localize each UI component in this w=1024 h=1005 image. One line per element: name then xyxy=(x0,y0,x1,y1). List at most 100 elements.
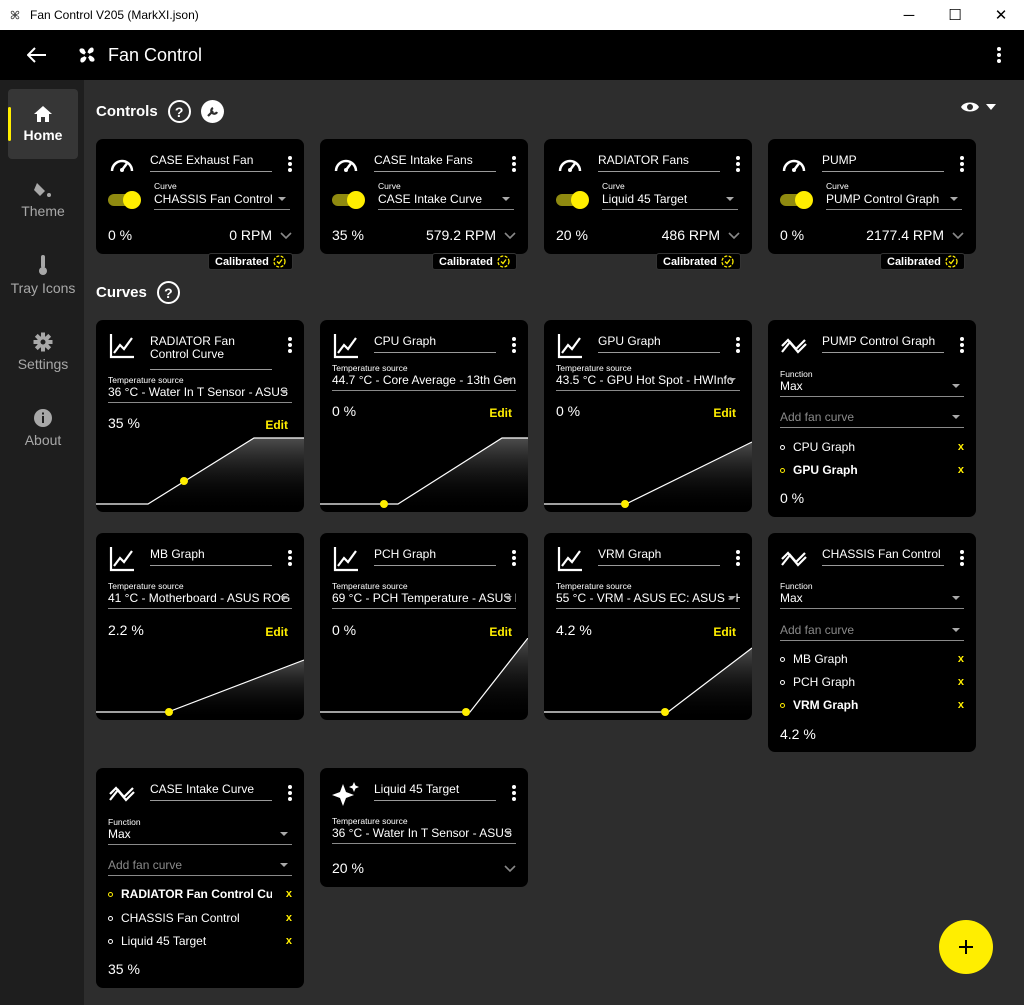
curve-card-liquid: Liquid 45 Target Temperature source 36 °… xyxy=(320,768,528,887)
control-name[interactable]: RADIATOR Fans xyxy=(598,154,720,172)
curve-name[interactable]: Liquid 45 Target xyxy=(374,783,496,801)
nav-tray-icons[interactable]: Tray Icons xyxy=(8,240,78,310)
more-vertical-icon[interactable] xyxy=(736,550,740,566)
curve-plot[interactable] xyxy=(320,430,528,512)
chevron-down-icon[interactable] xyxy=(952,232,964,240)
curve-name[interactable]: RADIATOR Fan Control Curve xyxy=(150,335,272,370)
curve-name[interactable]: VRM Graph xyxy=(598,548,720,566)
chevron-down-icon[interactable] xyxy=(280,232,292,240)
temperature-source-select[interactable]: 69 °C - PCH Temperature - ASUS EC xyxy=(332,591,516,609)
curve-name[interactable]: PCH Graph xyxy=(374,548,496,566)
curve-name[interactable]: CHASSIS Fan Control xyxy=(822,548,944,566)
more-vertical-icon[interactable] xyxy=(288,156,292,172)
help-button[interactable]: ? xyxy=(167,100,191,123)
edit-button[interactable]: Edit xyxy=(265,625,288,639)
minimize-button[interactable]: ─ xyxy=(886,0,932,30)
curve-card-chassis: CHASSIS Fan Control Function Max Add fan… xyxy=(768,533,976,752)
control-name[interactable]: PUMP xyxy=(822,154,944,172)
nav-theme[interactable]: Theme xyxy=(8,170,78,230)
remove-button[interactable]: x xyxy=(944,653,964,665)
enable-toggle[interactable] xyxy=(332,191,365,209)
temperature-source-label: Temperature source xyxy=(332,816,408,826)
help-button[interactable]: ? xyxy=(156,281,180,304)
curve-select[interactable]: CASE Intake Curve xyxy=(378,192,514,210)
back-arrow-icon[interactable] xyxy=(0,47,74,63)
more-vertical-icon[interactable] xyxy=(512,550,516,566)
edit-button[interactable]: Edit xyxy=(713,625,736,639)
curve-label: Curve xyxy=(154,181,177,191)
add-button[interactable] xyxy=(939,920,993,974)
more-vertical-icon[interactable] xyxy=(960,337,964,353)
curve-name[interactable]: MB Graph xyxy=(150,548,272,566)
temperature-source-select[interactable]: 36 °C - Water In T Sensor - ASUS EC: ASU… xyxy=(108,385,292,403)
function-select[interactable]: Max xyxy=(780,379,964,397)
remove-button[interactable]: x xyxy=(272,935,292,947)
curve-card-radiator: RADIATOR Fan Control Curve Temperature s… xyxy=(96,320,304,512)
maximize-button[interactable]: ☐ xyxy=(932,0,978,30)
more-vertical-icon[interactable] xyxy=(288,785,292,801)
mix-icon xyxy=(781,551,807,567)
function-select[interactable]: Max xyxy=(780,591,964,609)
control-name[interactable]: CASE Intake Fans xyxy=(374,154,496,172)
more-vertical-icon[interactable] xyxy=(736,337,740,353)
edit-button[interactable]: Edit xyxy=(489,406,512,420)
enable-toggle[interactable] xyxy=(780,191,813,209)
edit-button[interactable]: Edit xyxy=(489,625,512,639)
curve-plot[interactable] xyxy=(544,638,752,720)
remove-button[interactable]: x xyxy=(944,699,964,711)
nav-about[interactable]: About xyxy=(8,398,78,458)
edit-button[interactable]: Edit xyxy=(713,406,736,420)
remove-button[interactable]: x xyxy=(272,912,292,924)
curve-name[interactable]: GPU Graph xyxy=(598,335,720,353)
curve-plot[interactable] xyxy=(96,430,304,512)
curve-select[interactable]: Liquid 45 Target xyxy=(602,192,738,210)
nav-settings[interactable]: Settings xyxy=(8,322,78,382)
curve-name[interactable]: CPU Graph xyxy=(374,335,496,353)
more-vertical-icon[interactable] xyxy=(512,156,516,172)
curve-name[interactable]: CASE Intake Curve xyxy=(150,783,272,801)
chevron-down-icon[interactable] xyxy=(504,865,516,873)
add-fan-curve-select[interactable]: Add fan curve xyxy=(108,858,292,876)
calibrated-badge: Calibrated xyxy=(656,253,741,270)
curve-plot[interactable] xyxy=(96,638,304,720)
chevron-down-icon[interactable] xyxy=(728,232,740,240)
more-vertical-icon[interactable] xyxy=(288,550,292,566)
list-item: RADIATOR Fan Control Curvex xyxy=(108,887,292,901)
remove-button[interactable]: x xyxy=(944,676,964,688)
function-select[interactable]: Max xyxy=(108,827,292,845)
nav-home[interactable]: Home xyxy=(8,89,78,159)
curve-plot[interactable] xyxy=(320,638,528,720)
temperature-source-select[interactable]: 43.5 °C - GPU Hot Spot - HWInfo xyxy=(556,373,740,391)
temperature-source-select[interactable]: 41 °C - Motherboard - ASUS ROG xyxy=(108,591,292,609)
temperature-source-select[interactable]: 55 °C - VRM - ASUS EC: ASUS - H xyxy=(556,591,740,609)
more-vertical-icon[interactable] xyxy=(512,337,516,353)
remove-button[interactable]: x xyxy=(944,441,964,453)
more-vertical-icon[interactable] xyxy=(736,156,740,172)
temperature-source-select[interactable]: 36 °C - Water In T Sensor - ASUS EC: ASU… xyxy=(332,826,516,844)
curve-card-gpu: GPU Graph Temperature source 43.5 °C - G… xyxy=(544,320,752,512)
control-rpm: 2177.4 RPM xyxy=(866,227,944,243)
remove-button[interactable]: x xyxy=(944,464,964,476)
enable-toggle[interactable] xyxy=(108,191,141,209)
wrench-icon[interactable] xyxy=(200,100,224,123)
chevron-down-icon[interactable] xyxy=(504,232,516,240)
more-vertical-icon[interactable] xyxy=(974,47,1024,63)
curve-select[interactable]: CHASSIS Fan Control xyxy=(154,192,290,210)
visibility-menu[interactable] xyxy=(960,100,996,114)
more-vertical-icon[interactable] xyxy=(960,156,964,172)
add-fan-curve-select[interactable]: Add fan curve xyxy=(780,410,964,428)
enable-toggle[interactable] xyxy=(556,191,589,209)
more-vertical-icon[interactable] xyxy=(512,785,516,801)
more-vertical-icon[interactable] xyxy=(288,337,292,353)
curve-name[interactable]: PUMP Control Graph xyxy=(822,335,944,353)
close-button[interactable]: ✕ xyxy=(978,0,1024,30)
more-vertical-icon[interactable] xyxy=(960,550,964,566)
curve-plot[interactable] xyxy=(544,430,752,512)
control-name[interactable]: CASE Exhaust Fan xyxy=(150,154,272,172)
window-title: Fan Control V205 (MarkXI.json) xyxy=(30,8,199,22)
curve-select[interactable]: PUMP Control Graph xyxy=(826,192,962,210)
remove-button[interactable]: x xyxy=(272,888,292,900)
temperature-source-select[interactable]: 44.7 °C - Core Average - 13th Gen Intel … xyxy=(332,373,516,391)
add-fan-curve-select[interactable]: Add fan curve xyxy=(780,623,964,641)
home-icon xyxy=(34,105,52,122)
